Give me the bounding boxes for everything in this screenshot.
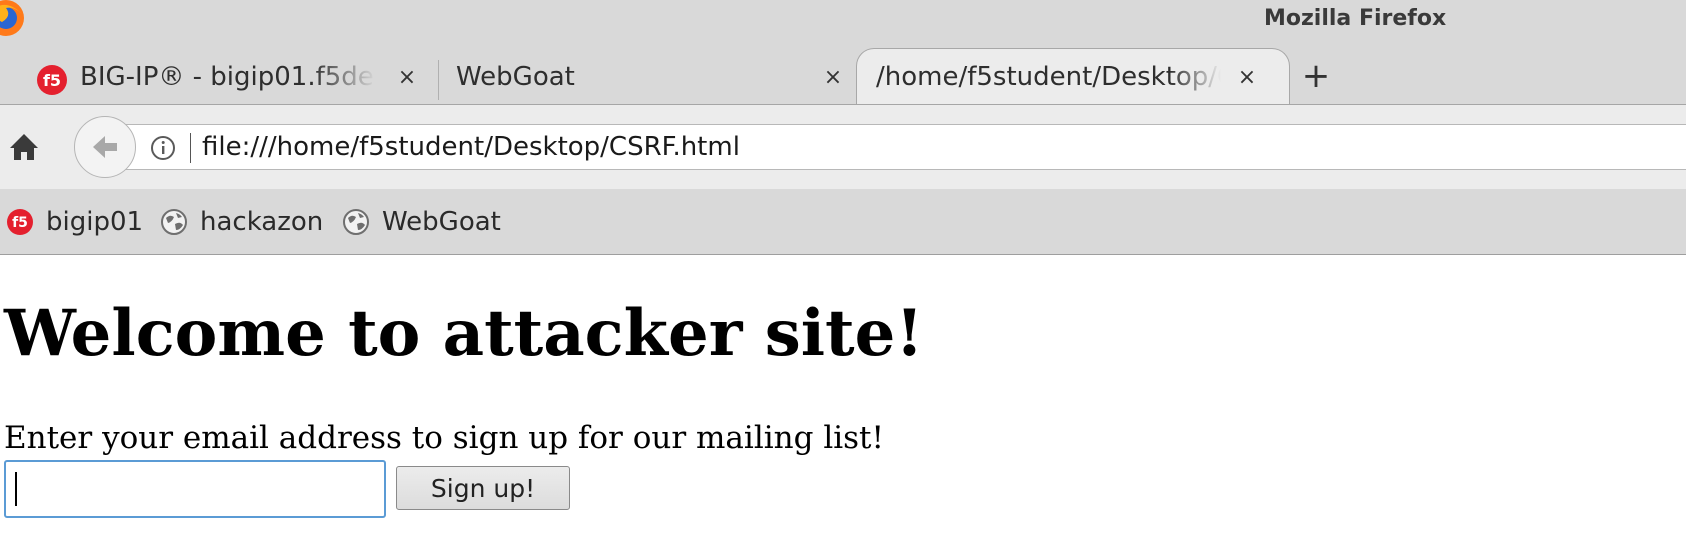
- svg-text:f5: f5: [43, 71, 61, 90]
- url-separator: [190, 133, 191, 163]
- bookmark-bigip01[interactable]: f5 bigip01: [6, 206, 146, 238]
- tab-bigip[interactable]: f5 BIG-IP® - bigip01.f5demo.com (10.1.1.…: [30, 54, 430, 104]
- tab-csrf[interactable]: /home/f5student/Desktop/CSRF.html ×: [870, 54, 1280, 104]
- bookmark-label: hackazon: [200, 207, 324, 237]
- back-button[interactable]: [74, 116, 136, 178]
- tab-close-icon[interactable]: ×: [820, 64, 846, 90]
- firefox-logo-icon: [0, 0, 24, 36]
- tab-webgoat[interactable]: WebGoat ×: [450, 54, 850, 104]
- tab-close-icon[interactable]: ×: [1234, 64, 1260, 90]
- page-heading: Welcome to attacker site!: [4, 296, 924, 371]
- signup-button[interactable]: Sign up!: [396, 466, 570, 510]
- bookmark-webgoat[interactable]: WebGoat: [342, 206, 512, 238]
- tab-close-icon[interactable]: ×: [394, 64, 420, 90]
- bookmark-label: WebGoat: [382, 207, 501, 237]
- tab-separator: [438, 60, 439, 100]
- new-tab-button[interactable]: +: [1298, 58, 1334, 94]
- tab-label-fade: [1170, 58, 1230, 98]
- home-icon[interactable]: [6, 128, 42, 166]
- text-caret: [15, 472, 17, 506]
- title-bar: Mozilla Firefox: [0, 0, 1686, 40]
- svg-text:f5: f5: [12, 215, 28, 231]
- globe-icon: [161, 209, 187, 235]
- site-info-icon[interactable]: [150, 135, 176, 161]
- window-title: Mozilla Firefox: [1264, 6, 1447, 31]
- tab-label: WebGoat: [456, 62, 575, 92]
- url-text[interactable]: file:///home/f5student/Desktop/CSRF.html: [202, 132, 740, 162]
- email-input[interactable]: [4, 460, 386, 518]
- signup-prompt: Enter your email address to sign up for …: [4, 420, 884, 456]
- globe-icon: [343, 209, 369, 235]
- bookmark-hackazon[interactable]: hackazon: [160, 206, 330, 238]
- f5-icon: f5: [37, 65, 67, 95]
- tab-label-fade: [312, 58, 392, 98]
- back-arrow-icon: [93, 136, 117, 158]
- f5-icon: f5: [7, 209, 33, 235]
- bookmark-label: bigip01: [46, 207, 144, 237]
